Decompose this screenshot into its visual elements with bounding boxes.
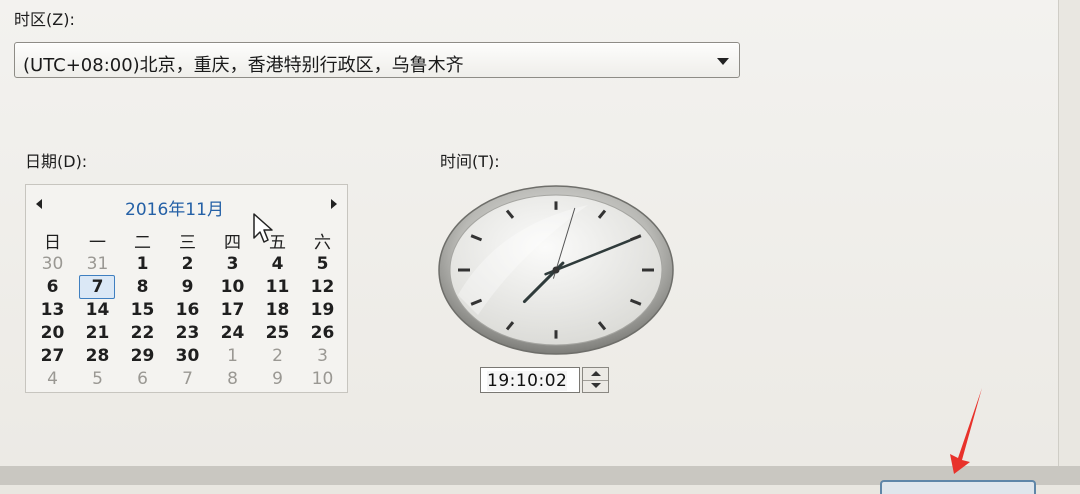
calendar-day[interactable]: 22 (120, 323, 165, 343)
calendar-day[interactable]: 21 (75, 323, 120, 343)
calendar-day[interactable]: 18 (255, 300, 300, 320)
calendar-day[interactable]: 9 (165, 277, 210, 297)
calendar-day[interactable]: 19 (300, 300, 345, 320)
calendar-day[interactable]: 6 (120, 369, 165, 389)
timezone-selected-value: (UTC+08:00)北京，重庆，香港特别行政区，乌鲁木齐 (23, 55, 464, 76)
calendar-day[interactable]: 29 (120, 346, 165, 366)
calendar-day[interactable]: 30 (165, 346, 210, 366)
datetime-settings-panel: 时区(Z): (UTC+08:00)北京，重庆，香港特别行政区，乌鲁木齐 日期(… (0, 0, 1059, 466)
calendar-day[interactable]: 17 (210, 300, 255, 320)
chevron-down-icon[interactable] (717, 58, 729, 65)
calendar-day[interactable]: 3 (210, 254, 255, 274)
calendar-week-row: 4 5 6 7 8 9 10 (30, 367, 345, 390)
calendar-day[interactable]: 6 (30, 277, 75, 297)
calendar-day[interactable]: 12 (300, 277, 345, 297)
ok-button[interactable] (880, 480, 1036, 494)
calendar-week-row: 27 28 29 30 1 2 3 (30, 344, 345, 367)
calendar-day[interactable]: 2 (255, 346, 300, 366)
calendar-day[interactable]: 26 (300, 323, 345, 343)
calendar-day[interactable]: 24 (210, 323, 255, 343)
analog-clock (438, 185, 674, 355)
calendar-day[interactable]: 1 (210, 346, 255, 366)
calendar: 2016年11月 日一二三四五六 30 31 1 2 3 4 5 6 7 8 9 10 11 12 13 14… (25, 184, 348, 393)
calendar-day[interactable]: 27 (30, 346, 75, 366)
calendar-week-row: 30 31 1 2 3 4 5 (30, 252, 345, 275)
calendar-day[interactable]: 8 (120, 277, 165, 297)
calendar-week-row: 20 21 22 23 24 25 26 (30, 321, 345, 344)
time-decrement-button[interactable] (583, 380, 608, 392)
calendar-month-title[interactable]: 2016年11月 (26, 195, 323, 220)
calendar-day[interactable]: 10 (300, 369, 345, 389)
red-arrow-annotation-icon (950, 388, 982, 474)
mouse-pointer-icon (253, 213, 273, 243)
calendar-day[interactable]: 13 (30, 300, 75, 320)
weekday-header: 二 (134, 233, 151, 253)
calendar-day[interactable]: 14 (75, 300, 120, 320)
calendar-day[interactable]: 3 (300, 346, 345, 366)
next-month-icon[interactable] (331, 199, 337, 209)
time-spinner[interactable] (582, 367, 609, 393)
weekday-header: 六 (314, 233, 331, 253)
calendar-day[interactable]: 31 (75, 254, 120, 274)
calendar-day[interactable]: 5 (300, 254, 345, 274)
calendar-day[interactable]: 8 (210, 369, 255, 389)
calendar-day[interactable]: 30 (30, 254, 75, 274)
weekday-header: 三 (179, 233, 196, 253)
timezone-dropdown[interactable]: (UTC+08:00)北京，重庆，香港特别行政区，乌鲁木齐 (14, 42, 740, 78)
calendar-grid: 日一二三四五六 30 31 1 2 3 4 5 6 7 8 9 10 11 12 13 14 15 16 17 18 1… (30, 229, 345, 390)
calendar-day[interactable]: 4 (255, 254, 300, 274)
calendar-day[interactable]: 7 (165, 369, 210, 389)
calendar-day[interactable]: 5 (75, 369, 120, 389)
calendar-day[interactable]: 10 (210, 277, 255, 297)
calendar-day[interactable]: 16 (165, 300, 210, 320)
time-label: 时间(T): (440, 152, 500, 171)
weekday-header-row: 日一二三四五六 (30, 229, 345, 253)
weekday-header: 一 (89, 233, 106, 253)
calendar-day[interactable]: 1 (120, 254, 165, 274)
calendar-day[interactable]: 15 (120, 300, 165, 320)
calendar-week-row: 6 7 8 9 10 11 12 (30, 274, 345, 299)
date-label: 日期(D): (25, 152, 88, 171)
calendar-day[interactable]: 25 (255, 323, 300, 343)
calendar-day[interactable]: 9 (255, 369, 300, 389)
calendar-day[interactable]: 11 (255, 277, 300, 297)
calendar-day[interactable]: 28 (75, 346, 120, 366)
calendar-day-selected[interactable]: 7 (75, 274, 120, 299)
calendar-day[interactable]: 23 (165, 323, 210, 343)
calendar-day[interactable]: 4 (30, 369, 75, 389)
time-value: 19:10:02 (487, 371, 568, 391)
calendar-day[interactable]: 2 (165, 254, 210, 274)
time-input[interactable]: 19:10:02 (480, 367, 580, 393)
weekday-header: 日 (44, 233, 61, 253)
weekday-header: 四 (224, 233, 241, 253)
calendar-day[interactable]: 20 (30, 323, 75, 343)
calendar-week-row: 13 14 15 16 17 18 19 (30, 298, 345, 321)
timezone-label: 时区(Z): (14, 10, 75, 29)
